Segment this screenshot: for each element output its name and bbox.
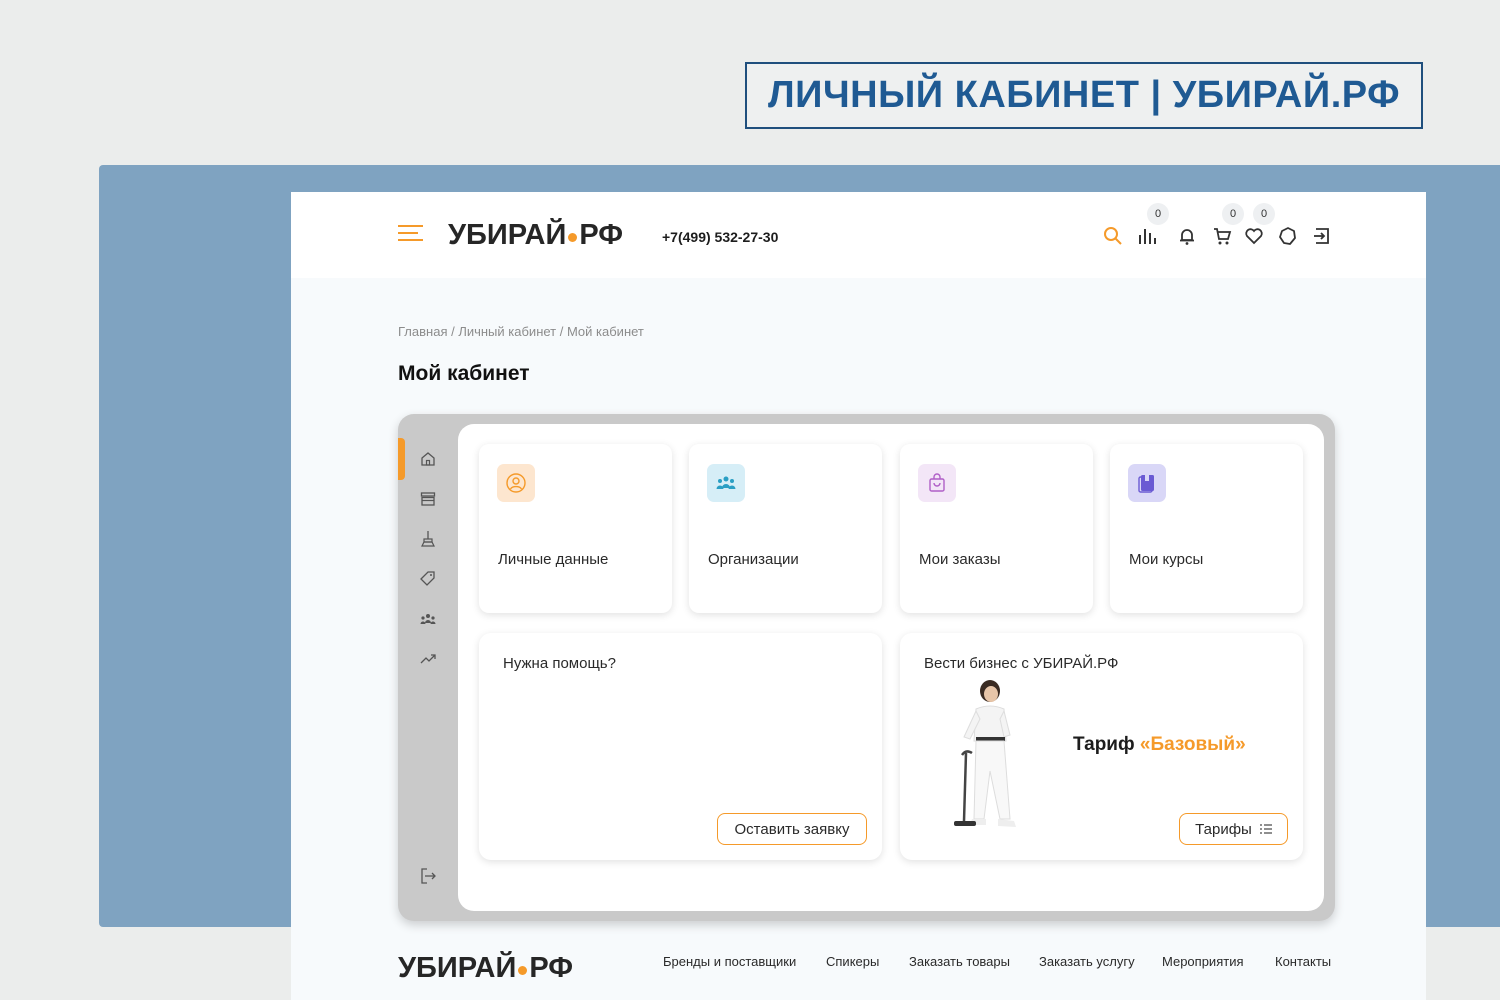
tile-label: Мои курсы bbox=[1129, 551, 1204, 568]
tile-personal-data[interactable]: Личные данные bbox=[479, 444, 672, 613]
exit-icon[interactable] bbox=[419, 867, 437, 885]
tile-my-courses[interactable]: Мои курсы bbox=[1110, 444, 1303, 613]
page-banner: ЛИЧНЫЙ КАБИНЕТ | УБИРАЙ.РФ bbox=[745, 62, 1423, 129]
cabinet-content: Личные данные Организации Мои заказы Мои… bbox=[458, 424, 1324, 911]
trend-icon[interactable] bbox=[419, 650, 437, 668]
site-header: УБИРАЙ РФ +7(499) 532-27-30 0 0 0 bbox=[291, 192, 1426, 278]
tag-icon[interactable] bbox=[419, 570, 437, 588]
bell-icon[interactable] bbox=[1177, 226, 1197, 246]
cart-badge: 0 bbox=[1222, 203, 1244, 225]
logout-icon[interactable] bbox=[1313, 226, 1333, 246]
tile-label: Организации bbox=[708, 551, 799, 568]
list-icon bbox=[1259, 824, 1272, 834]
stats-icon[interactable] bbox=[1137, 226, 1157, 246]
tile-label: Мои заказы bbox=[919, 551, 1001, 568]
favorites-icon[interactable] bbox=[1244, 226, 1264, 246]
footer-link-brands[interactable]: Бренды и поставщики bbox=[663, 954, 796, 969]
stats-badge: 0 bbox=[1147, 203, 1169, 225]
search-icon[interactable] bbox=[1103, 226, 1123, 246]
footer-link-order-goods[interactable]: Заказать товары bbox=[909, 954, 1010, 969]
sidebar-active-indicator bbox=[398, 438, 405, 480]
footer-link-events[interactable]: Мероприятия bbox=[1162, 954, 1244, 969]
banner-title: ЛИЧНЫЙ КАБИНЕТ | УБИРАЙ.РФ bbox=[767, 74, 1401, 116]
browser-page: УБИРАЙ РФ +7(499) 532-27-30 0 0 0 Главна… bbox=[291, 192, 1426, 1000]
page-title: Мой кабинет bbox=[398, 362, 530, 385]
business-card-title: Вести бизнес с УБИРАЙ.РФ bbox=[924, 655, 1119, 672]
favorites-badge: 0 bbox=[1253, 203, 1275, 225]
cart-icon[interactable] bbox=[1212, 226, 1232, 246]
help-card-title: Нужна помощь? bbox=[503, 655, 616, 672]
footer-link-order-service[interactable]: Заказать услугу bbox=[1039, 954, 1135, 969]
footer-logo[interactable]: УБИРАЙ РФ bbox=[398, 952, 573, 985]
cleaning-icon[interactable] bbox=[419, 530, 437, 548]
business-card: Вести бизнес с УБИРАЙ.РФ Тариф «Базовый» bbox=[900, 633, 1303, 860]
people-icon bbox=[707, 464, 745, 502]
user-icon bbox=[497, 464, 535, 502]
shop-icon[interactable] bbox=[419, 490, 437, 508]
tariffs-button[interactable]: Тарифы bbox=[1179, 813, 1288, 845]
bag-icon bbox=[918, 464, 956, 502]
tile-my-orders[interactable]: Мои заказы bbox=[900, 444, 1093, 613]
tile-label: Личные данные bbox=[498, 551, 609, 568]
footer-link-contacts[interactable]: Контакты bbox=[1275, 954, 1331, 969]
team-icon[interactable] bbox=[419, 610, 437, 628]
breadcrumb[interactable]: Главная / Личный кабинет / Мой кабинет bbox=[398, 324, 644, 339]
cabinet-panel: Личные данные Организации Мои заказы Мои… bbox=[398, 414, 1335, 921]
cleaner-illustration bbox=[954, 680, 1016, 827]
submit-request-button[interactable]: Оставить заявку bbox=[717, 813, 867, 845]
book-icon bbox=[1128, 464, 1166, 502]
tile-organizations[interactable]: Организации bbox=[689, 444, 882, 613]
footer-link-speakers[interactable]: Спикеры bbox=[826, 954, 879, 969]
settings-icon[interactable] bbox=[1278, 226, 1298, 246]
tariff-title: Тариф «Базовый» bbox=[1073, 734, 1246, 755]
tariffs-button-label: Тарифы bbox=[1195, 820, 1252, 838]
home-icon[interactable] bbox=[419, 450, 437, 468]
help-card: Нужна помощь? Оставить заявку bbox=[479, 633, 882, 860]
